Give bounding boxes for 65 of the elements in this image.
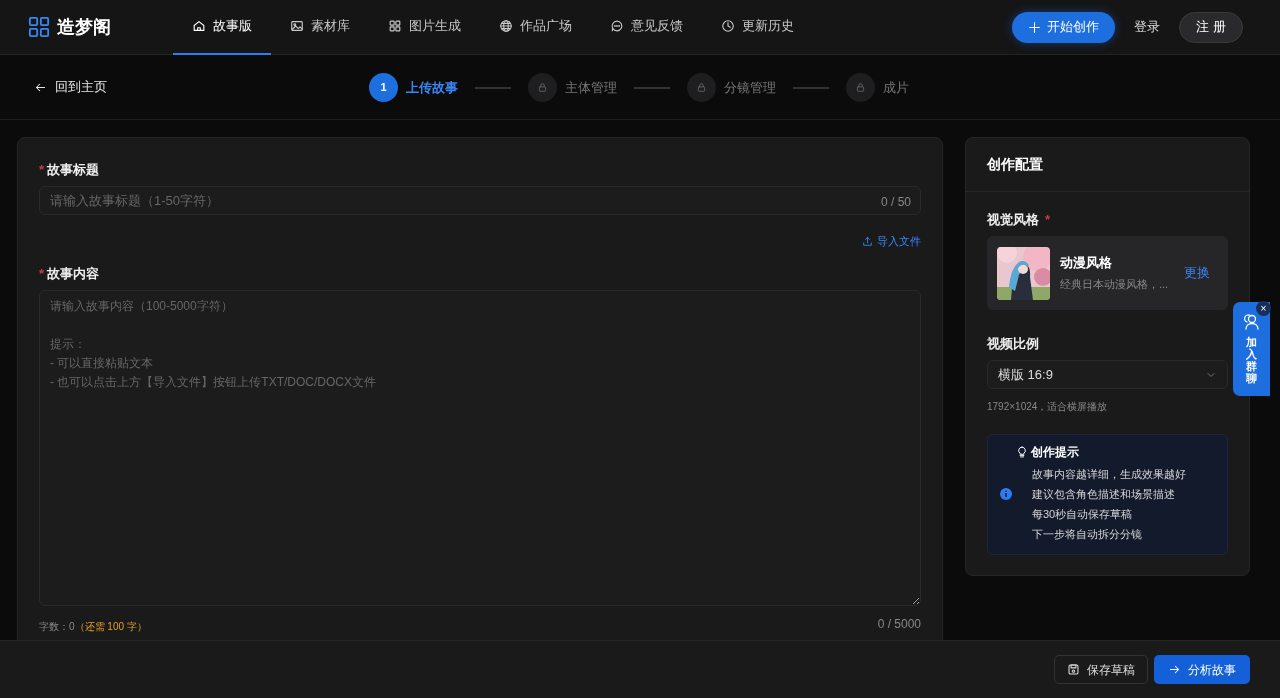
field-label: 故事内容 [47, 264, 100, 283]
char-counter: 0 / 50 [880, 194, 911, 211]
required-mark: * [39, 264, 45, 283]
info-icon [1000, 487, 1012, 500]
login-button[interactable]: 登录 [1128, 16, 1167, 38]
nav-tab[interactable]: 素材库 [270, 0, 369, 55]
globe-icon [498, 19, 513, 33]
placeholder-text: 提示： [50, 335, 87, 353]
import-file-link[interactable]: 导入文件 [862, 233, 921, 250]
close-button[interactable]: × [1256, 301, 1271, 316]
change-button[interactable]: 更换 [1178, 262, 1217, 284]
save-draft-button[interactable]: 保存草稿 [1053, 655, 1148, 684]
chat-icon [609, 19, 624, 33]
save-icon [1066, 663, 1080, 676]
logo-icon [28, 16, 50, 38]
style-description: 经典日本动漫风格，... [1060, 277, 1169, 293]
step-label: 成片 [883, 78, 909, 97]
start-create-button[interactable]: 开始创作 [1011, 11, 1116, 43]
content-textarea[interactable] [39, 289, 921, 606]
plus-icon [1027, 20, 1041, 34]
word-shortfall: （还需 100 字） [74, 620, 147, 634]
nav-tab[interactable]: 图片生成 [368, 0, 480, 55]
placeholder-text: 请输入故事内容（100-5000字符） [50, 297, 234, 315]
tip-text: 建议包含角色描述和场景描述 [1032, 487, 1176, 503]
clock-icon [720, 19, 735, 33]
char-counter: 0 / 5000 [877, 616, 921, 633]
back-home-link[interactable]: 回到主页 [34, 77, 107, 97]
field-label: 故事标题 [47, 161, 100, 179]
field-label: 视频比例 [987, 336, 1039, 351]
required-mark: * [1045, 211, 1051, 229]
tip-text: 下一步将自动拆分分镜 [1032, 527, 1143, 543]
step-label: 主体管理 [565, 78, 617, 97]
lock-icon [537, 82, 548, 93]
join-group-tab[interactable]: 加入群聊 × [1233, 302, 1270, 396]
grid-icon [387, 19, 402, 33]
word-count: 字数：0 [39, 620, 75, 634]
nav-tab[interactable]: 作品广场 [479, 0, 591, 55]
nav-tab[interactable]: 故事版 [172, 0, 271, 55]
tips-title: 创作提示 [1031, 444, 1080, 461]
ratio-select[interactable]: 横版 16:9 [987, 360, 1229, 389]
join-group-label: 加入群聊 [1246, 336, 1257, 385]
card-title: 创作配置 [966, 138, 1250, 192]
step-label: 分镜管理 [724, 78, 776, 97]
step-circle: 1 [369, 73, 398, 102]
arrow-right-icon [1168, 663, 1181, 676]
placeholder-text: - 可以直接粘贴文本 [50, 354, 155, 372]
register-button[interactable]: 注 册 [1179, 11, 1243, 43]
users-icon [1242, 312, 1261, 330]
step-label: 上传故事 [406, 78, 458, 97]
nav-tab[interactable]: 意见反馈 [590, 0, 702, 55]
lightbulb-icon [1016, 446, 1028, 458]
analyze-story-button[interactable]: 分析故事 [1154, 655, 1250, 684]
lock-icon [855, 82, 866, 93]
image-icon [289, 19, 304, 33]
field-label: 视觉风格 [987, 211, 1039, 229]
home-icon [191, 19, 206, 33]
required-mark: * [39, 161, 45, 179]
upload-icon [862, 235, 873, 247]
tip-text: 每30秒自动保存草稿 [1032, 507, 1134, 523]
style-name: 动漫风格 [1060, 254, 1113, 273]
lock-icon [696, 82, 707, 93]
ratio-hint: 1792×1024，适合横屏播放 [987, 400, 1109, 414]
tip-text: 故事内容越详细，生成效果越好 [1032, 467, 1186, 483]
app-logo-text: 造梦阁 [56, 15, 111, 39]
nav-tab[interactable]: 更新历史 [701, 0, 813, 55]
